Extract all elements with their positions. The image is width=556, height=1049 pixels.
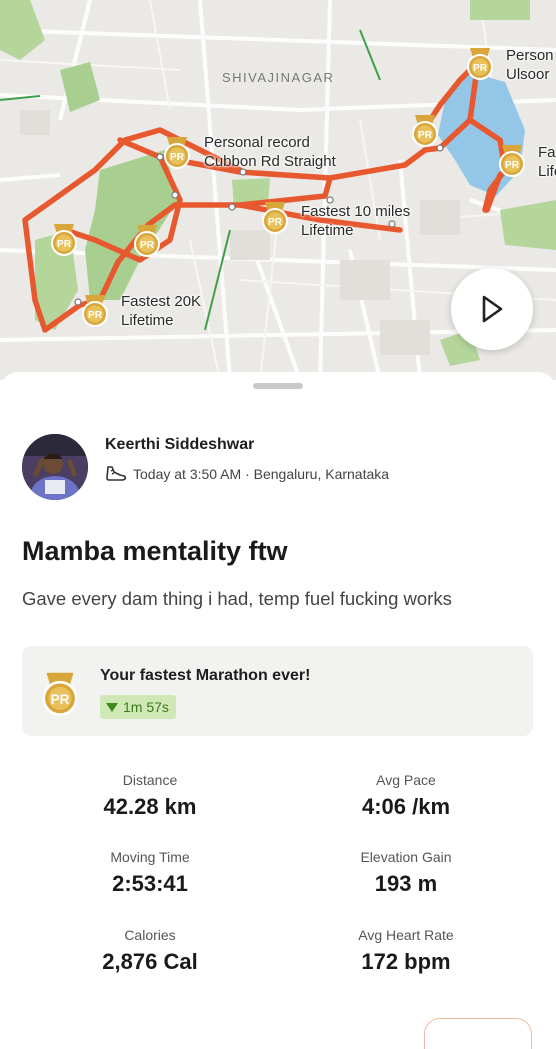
running-shoe-icon [106,466,127,481]
stat-avg-pace: Avg Pace 4:06 /km [296,772,516,820]
pr-medal-icon[interactable]: PR [49,222,79,256]
svg-text:PR: PR [268,217,283,228]
stat-label: Calories [124,927,176,943]
pr-label-20k: Fastest 20K Lifetime [121,292,201,330]
svg-text:PR: PR [88,310,103,321]
pr-medal-icon[interactable]: PR [260,200,290,234]
pr-label-ulsoor: Person Ulsoor [506,46,554,84]
sheet-drag-handle[interactable] [253,383,303,389]
activity-title: Mamba mentality ftw [22,536,288,566]
svg-text:PR: PR [51,692,70,707]
play-route-button[interactable] [451,268,533,350]
stat-elevation-gain: Elevation Gain 193 m [296,849,516,897]
stat-value: 4:06 /km [361,794,451,819]
achievement-delta: 1m 57s [123,699,169,715]
pr-label-line: Fa [538,144,556,161]
pr-label-line: Personal record [204,134,310,151]
athlete-name[interactable]: Keerthi Siddeshwar [105,436,254,454]
avatar-photo [22,434,88,500]
svg-text:PR: PR [57,239,72,250]
pr-medal-icon[interactable]: PR [132,223,162,257]
pr-label-line: Fastest 10 miles [301,203,411,220]
svg-text:PR: PR [170,152,185,163]
stat-value: 42.28 km [103,794,197,819]
stat-label: Avg Pace [376,772,436,788]
svg-text:PR: PR [505,160,520,171]
stat-label: Distance [122,772,178,788]
achievement-text: Your fastest Marathon ever! [100,667,311,684]
pr-label-line: Lifetime [301,222,354,239]
stat-value: 193 m [374,871,438,896]
pr-label-fastest: Fa Life [538,143,556,181]
stat-label: Elevation Gain [360,849,452,865]
pr-medal-icon[interactable]: PR [497,143,527,177]
stat-distance: Distance 42.28 km [40,772,260,820]
pr-label-line: Lifetime [121,312,174,329]
avatar[interactable] [22,434,88,500]
play-icon [482,295,503,323]
route-map[interactable]: SHIVAJINAGAR PR PR PR PR PR PR PR PR Per… [0,0,556,380]
stat-moving-time: Moving Time 2:53:41 [40,849,260,897]
stat-calories: Calories 2,876 Cal [40,927,260,975]
activity-sheet: Keerthi Siddeshwar Today at 3:50 AM · Be… [0,372,556,1049]
stat-value: 2:53:41 [112,871,188,896]
pr-label-cubbon: Personal record Cubbon Rd Straight [204,133,336,171]
stat-value: 172 bpm [361,949,451,974]
bottom-action-button[interactable] [424,1018,532,1049]
activity-meta: Today at 3:50 AM · Bengaluru, Karnataka [105,465,389,483]
pr-medal-icon[interactable]: PR [465,46,495,80]
pr-label-line: Fastest 20K [121,293,202,310]
pr-label-line: Cubbon Rd Straight [204,153,336,170]
activity-time-location: Today at 3:50 AM · Bengaluru, Karnataka [133,466,390,482]
stat-avg-heart-rate: Avg Heart Rate 172 bpm [296,927,516,975]
down-triangle-icon [106,702,118,712]
stat-label: Moving Time [110,849,190,865]
activity-description: Gave every dam thing i had, temp fuel fu… [22,588,452,609]
area-label-shivajinagar: SHIVAJINAGAR [222,70,335,85]
pr-label-line: Life [538,163,556,180]
achievement-delta-badge: 1m 57s [100,695,176,719]
pr-label-line: Person [506,47,554,64]
stat-label: Avg Heart Rate [358,927,454,943]
svg-text:PR: PR [473,63,488,74]
pr-label-10-miles: Fastest 10 miles Lifetime [301,202,410,240]
pr-medal-icon[interactable]: PR [80,293,110,327]
achievement-card[interactable]: PR Your fastest Marathon ever! 1m 57s [22,646,533,736]
svg-text:PR: PR [418,130,433,141]
pr-label-line: Ulsoor [506,66,550,83]
pr-medal-icon[interactable]: PR [410,113,440,147]
pr-medal-icon[interactable]: PR [162,135,192,169]
svg-text:PR: PR [140,240,155,251]
stat-value: 2,876 Cal [102,949,198,974]
pr-medal-icon: PR [42,672,78,716]
